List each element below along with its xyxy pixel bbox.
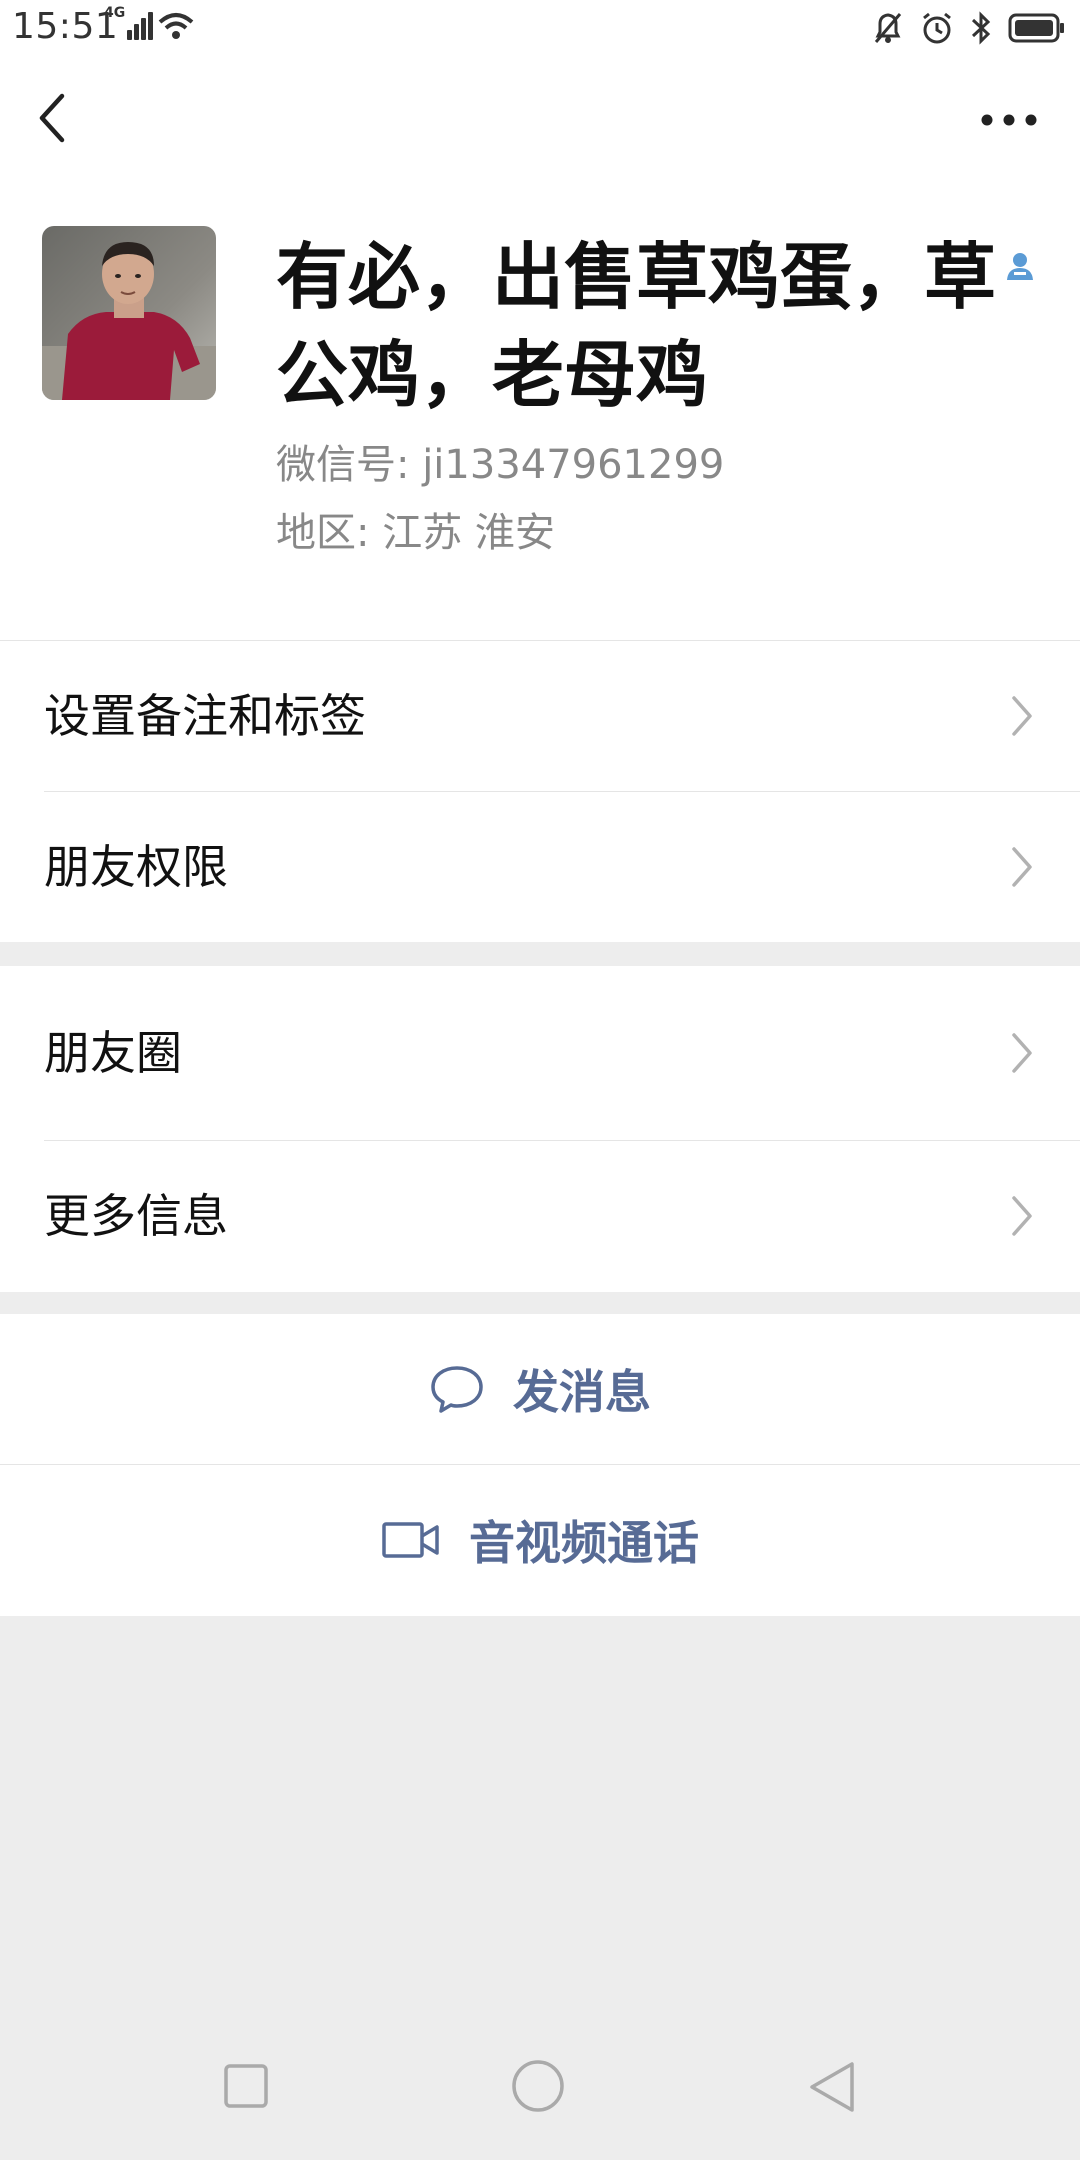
info-section: 朋友圈 更多信息 — [0, 966, 1080, 1292]
chevron-right-icon — [1012, 847, 1032, 887]
status-time: 15:51 — [12, 6, 119, 47]
signal-icon: 4G — [104, 5, 154, 40]
video-call-button[interactable]: 音视频通话 — [0, 1465, 1080, 1615]
set-remark-and-tags-row[interactable]: 设置备注和标签 — [0, 641, 1080, 791]
more-info-row[interactable]: 更多信息 — [0, 1141, 1080, 1291]
video-camera-icon — [382, 1522, 439, 1558]
send-message-button[interactable]: 发消息 — [0, 1314, 1080, 1464]
actions-section: 发消息 音视频通话 — [0, 1314, 1080, 1616]
chevron-right-icon — [1012, 696, 1032, 736]
recent-apps-icon[interactable] — [222, 2062, 270, 2110]
chevron-right-icon — [1012, 1033, 1032, 1073]
wechat-id: 微信号: ji13347961299 — [276, 442, 725, 488]
wifi-icon — [158, 13, 194, 39]
region: 地区: 江苏 淮安 — [276, 510, 555, 556]
row-label: 设置备注和标签 — [44, 689, 366, 743]
network-type: 4G — [104, 5, 126, 21]
alarm-icon — [923, 12, 951, 44]
video-call-label: 音视频通话 — [469, 1516, 699, 1570]
row-label: 更多信息 — [44, 1189, 228, 1243]
status-bar: 15:51 4G — [0, 0, 1080, 56]
contact-name: 有必，出售草鸡蛋，草公鸡，老母鸡 — [276, 235, 997, 417]
back-icon[interactable] — [806, 2060, 858, 2114]
contact-tag-icon — [1007, 253, 1033, 280]
back-arrow-icon[interactable] — [30, 88, 78, 148]
send-message-label: 发消息 — [513, 1365, 651, 1419]
avatar-image — [42, 226, 216, 400]
battery-icon — [1008, 13, 1064, 43]
moments-row[interactable]: 朋友圈 — [0, 966, 1080, 1140]
settings-section: 设置备注和标签 朋友权限 — [0, 640, 1080, 942]
more-dots-icon[interactable] — [978, 100, 1040, 140]
chat-bubble-icon — [431, 1366, 483, 1413]
bluetooth-icon — [971, 11, 991, 45]
home-icon[interactable] — [510, 2058, 566, 2114]
status-icons — [872, 8, 1066, 48]
row-label: 朋友圈 — [44, 1026, 182, 1080]
avatar[interactable] — [42, 226, 216, 400]
chevron-right-icon — [1012, 1196, 1032, 1236]
mute-icon — [874, 13, 902, 43]
system-nav-bar — [0, 2020, 1080, 2160]
friend-permissions-row[interactable]: 朋友权限 — [0, 792, 1080, 942]
row-label: 朋友权限 — [44, 840, 228, 894]
